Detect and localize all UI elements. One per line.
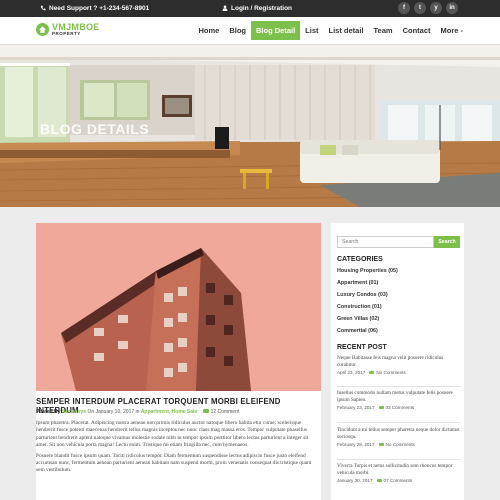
divider [337,386,461,387]
recent-post-date: February 23, 2017 [337,405,375,411]
recent-post-title[interactable]: Iusellus commodo nullam metus vulputate … [337,390,461,403]
recent-post-date: April 23, 2017 [337,370,366,376]
nav-list[interactable]: List [300,21,323,40]
hero-title: BLOG DETAILS [40,121,150,137]
category-link[interactable]: Appartment (01) [337,280,378,286]
posted-by-label: Posted By [36,409,61,415]
nav-blog-detail[interactable]: Blog Detail [251,21,301,40]
post-meta: Posted By Secleavys On January 10, 2017 … [36,409,239,415]
category-link[interactable]: Green Villas (02) [337,316,379,322]
nav-contact[interactable]: Contact [398,21,436,40]
recent-post-title[interactable]: Viverra Turpis et netus sollicitudin sem… [337,463,461,476]
category-link[interactable]: Commertial (06) [337,328,378,334]
comment-icon [378,405,384,410]
divider [337,422,461,423]
nav-menu: Home Blog Blog Detail List List detail T… [193,21,468,40]
sidebar-search-input[interactable] [337,236,434,248]
support-text: Need Support ? +1-234-567-8901 [49,5,150,12]
nav-home[interactable]: Home [193,21,224,40]
comment-icon [202,409,209,413]
recent-post-date: February 28, 2017 [337,442,375,448]
recent-post-heading: RECENT POST [337,344,387,351]
post-body: Ipsum pharetra. Placerat. Adipiscing nos… [36,420,321,478]
post-categories-link[interactable]: Appartment, Home Sale [141,409,197,415]
divider [337,459,461,460]
recent-post-item[interactable]: Viverra Turpis et netus sollicitudin sem… [337,463,461,483]
linkedin-icon[interactable]: in [446,2,458,14]
comment-icon [369,370,375,375]
phone-icon [40,5,46,11]
recent-post-date: January 30, 2017 [337,478,373,484]
login-link[interactable]: Login / Registration [222,5,292,12]
post-author-link[interactable]: Secleavys [62,409,86,415]
comment-icon [378,442,384,447]
nav-blog[interactable]: Blog [224,21,251,40]
comment-icon [376,478,382,483]
categories-heading: CATEGORIES [337,256,383,263]
post-featured-image [36,223,321,391]
post-paragraph: Ipsum pharetra. Placerat. Adipiscing nos… [36,420,309,449]
twitter-icon[interactable]: t [414,2,426,14]
post-date: On January 10, 2017 in [87,409,140,415]
category-link[interactable]: Luxury Condos (03) [337,292,388,298]
house-logo-icon [36,23,49,37]
nav-more[interactable]: More - [436,21,469,40]
nav-list-detail[interactable]: List detail [324,21,369,40]
category-link[interactable]: Housing Properties (05) [337,268,398,274]
recent-post-item[interactable]: Tincidunt a mi tellus semper pharetra ne… [337,427,461,447]
logo[interactable]: VMJMBOE PROPERTY [36,23,100,37]
hero-banner: BLOG DETAILS [0,45,500,207]
recent-post-item[interactable]: Neque Habitasse feis magna velit posuere… [337,355,461,375]
recent-post-title[interactable]: Tincidunt a mi tellus semper pharetra ne… [337,427,461,440]
post-comment-count[interactable]: 12 Comment [211,409,240,415]
facebook-icon[interactable]: f [398,2,410,14]
blog-post: SEMPER INTERDUM PLACERAT TORQUENT MORBI … [36,223,321,500]
recent-post-comments[interactable]: No Comments [386,442,415,447]
main-navbar: VMJMBOE PROPERTY Home Blog Blog Detail L… [0,17,500,45]
recent-post-comments[interactable]: 03 Comments [386,405,415,410]
recent-post-item[interactable]: Iusellus commodo nullam metus vulputate … [337,390,461,410]
brand-sub: PROPERTY [52,31,81,36]
youtube-icon[interactable]: y [430,2,442,14]
nav-team[interactable]: Team [369,21,398,40]
sidebar-search-button[interactable]: Search [434,236,460,248]
recent-post-comments[interactable]: 07 Comments [384,478,413,483]
login-text[interactable]: Login / Registration [231,5,292,12]
social-links: f t y in [398,2,458,14]
post-paragraph: Posuere blandit fusce ipsum quam. Taciti… [36,452,312,474]
support-info: Need Support ? +1-234-567-8901 [40,5,149,12]
category-link[interactable]: Construction (01) [337,304,382,310]
user-icon [222,5,228,11]
recent-post-comments[interactable]: No Comments [376,370,405,375]
recent-post-title[interactable]: Neque Habitasse feis magna velit posuere… [337,355,461,368]
sidebar: Search CATEGORIES Housing Properties (05… [331,223,464,500]
top-bar: Need Support ? +1-234-567-8901 Login / R… [0,0,500,17]
